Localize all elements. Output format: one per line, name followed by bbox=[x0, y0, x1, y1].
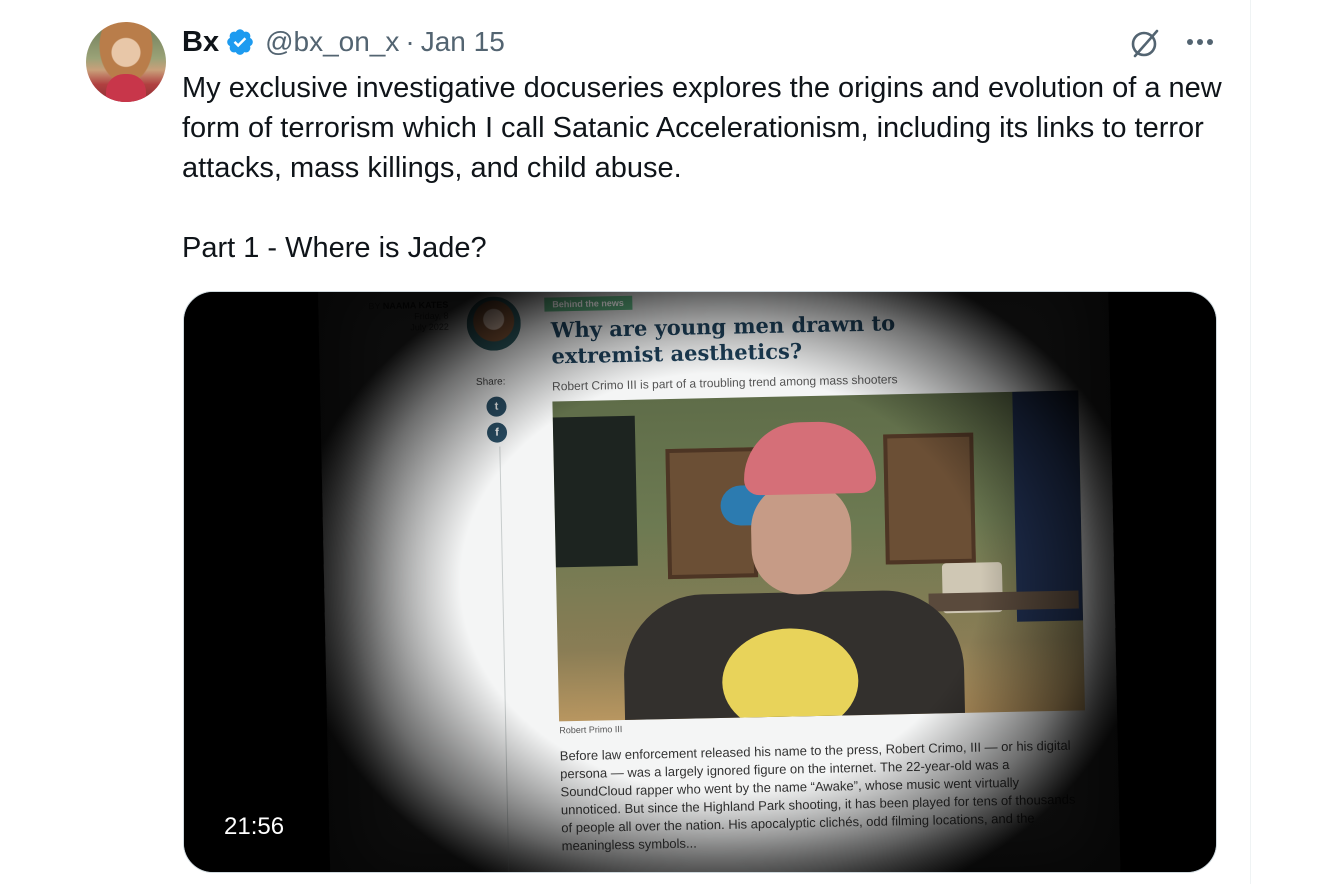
article-day: Friday, 8 bbox=[414, 310, 449, 322]
video-player[interactable]: BY NAAMA KATES Friday, 8 July 2022 Share… bbox=[183, 291, 1217, 873]
tweet-paragraph: My exclusive investigative docuseries ex… bbox=[182, 72, 1222, 184]
article-photo bbox=[552, 390, 1085, 722]
article-headline: Why are young men drawn to extremist aes… bbox=[550, 310, 896, 369]
video-duration: 21:56 bbox=[224, 813, 285, 840]
column-border bbox=[1250, 0, 1251, 884]
article-share-label: Share: bbox=[475, 376, 506, 389]
tweet-date[interactable]: Jan 15 bbox=[421, 26, 505, 58]
tweet-text: My exclusive investigative docuseries ex… bbox=[182, 68, 1222, 268]
article-body: Before law enforcement released his name… bbox=[559, 737, 1076, 854]
article-tag: Behind the news bbox=[544, 295, 633, 312]
article-divider bbox=[499, 446, 510, 872]
video-frame-article: BY NAAMA KATES Friday, 8 July 2022 Share… bbox=[317, 292, 1121, 872]
article-author: NAAMA KATES bbox=[382, 299, 449, 311]
tweet-paragraph: Part 1 - Where is Jade? bbox=[182, 232, 487, 264]
tweet-header: Bx @bx_on_x · Jan 15 bbox=[182, 24, 505, 60]
author-avatar[interactable] bbox=[86, 22, 166, 102]
display-name[interactable]: Bx bbox=[182, 26, 219, 59]
verified-badge-icon bbox=[227, 29, 253, 55]
twitter-icon: t bbox=[486, 396, 507, 417]
tweet[interactable]: Bx @bx_on_x · Jan 15 My exclusive invest… bbox=[0, 0, 1250, 884]
more-options-icon[interactable] bbox=[1180, 28, 1220, 56]
grok-icon[interactable] bbox=[1128, 26, 1162, 60]
article-author-avatar bbox=[466, 296, 522, 352]
article-photo-caption: Robert Primo III bbox=[559, 724, 623, 736]
handle[interactable]: @bx_on_x bbox=[265, 26, 399, 58]
article-subhead: Robert Crimo III is part of a troubling … bbox=[551, 372, 898, 394]
separator: · bbox=[405, 26, 415, 57]
article-byline: BY NAAMA KATES Friday, 8 July 2022 bbox=[368, 299, 449, 333]
article-month-year: July 2022 bbox=[410, 321, 449, 333]
facebook-icon: f bbox=[486, 422, 508, 443]
